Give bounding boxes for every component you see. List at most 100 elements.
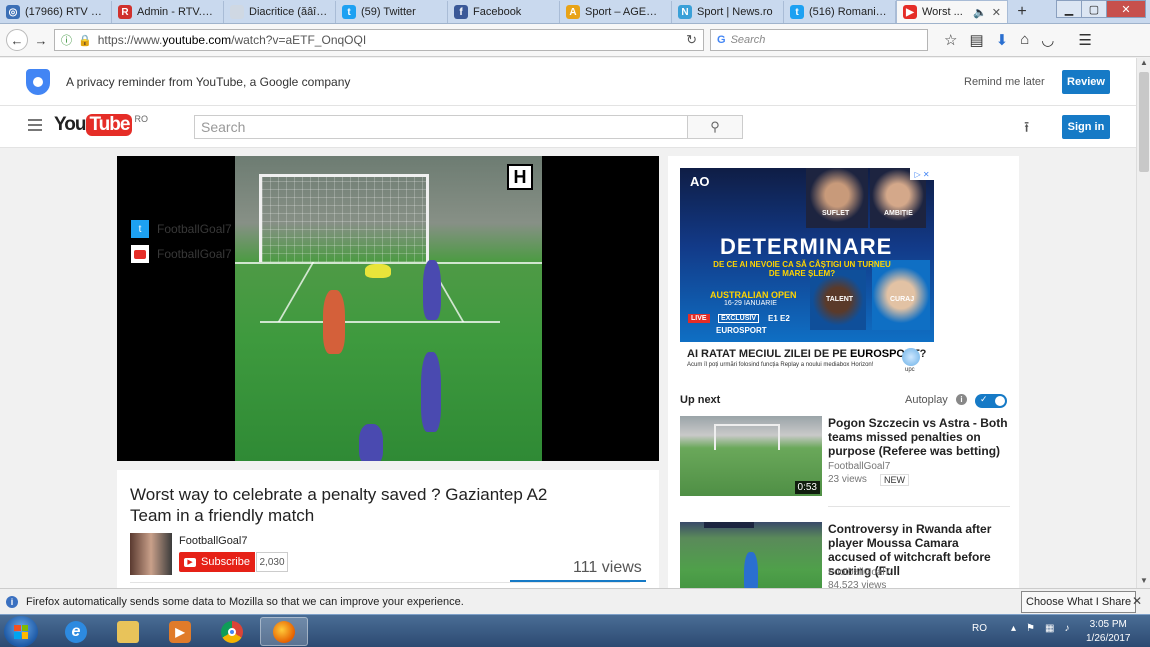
subscribe-button[interactable]: ▶ Subscribe [179, 552, 255, 572]
padlock-icon[interactable]: 🔒 [78, 34, 92, 47]
firefox-notification-bar: i Firefox automatically sends some data … [0, 588, 1150, 614]
hamburger-menu-icon[interactable] [28, 119, 42, 131]
tab-label: (516) Romania ... [809, 6, 889, 18]
tray-arrow-icon[interactable]: ▴ [1011, 623, 1016, 634]
browser-tab[interactable]: R Admin - RTV.n... [112, 1, 224, 23]
youtube-page: A privacy reminder from YouTube, a Googl… [0, 58, 1136, 588]
flag-icon[interactable]: ⚑ [1026, 623, 1035, 634]
browser-tab[interactable]: Diacritice (ăâîşţ) - t... [224, 1, 336, 23]
scroll-thumb[interactable] [1139, 72, 1149, 172]
upc-logo-icon [902, 348, 920, 366]
browser-tab[interactable]: f Facebook [448, 1, 560, 23]
start-button[interactable] [4, 616, 38, 647]
video-link-title[interactable]: Pogon Szczecin vs Astra - Both teams mis… [828, 416, 1008, 458]
youtube-icon: ▶ [903, 5, 917, 19]
search-icon[interactable]: ⚲ [687, 115, 743, 139]
new-tab-button[interactable]: + [1008, 1, 1036, 23]
browser-tab[interactable]: t (516) Romania ... [784, 1, 896, 23]
volume-icon[interactable]: ♪ [1064, 623, 1069, 634]
ad-headline: DETERMINARE [720, 234, 893, 259]
reading-list-icon[interactable]: ▤ [969, 31, 983, 49]
ad-caption-prefix: AI RATAT MECIUL ZILEI DE PE [687, 348, 850, 360]
clock[interactable]: 3:05 PM 1/26/2017 [1086, 618, 1131, 646]
scroll-down-icon[interactable]: ▼ [1137, 576, 1150, 588]
forward-arrow-icon[interactable]: → [34, 29, 48, 51]
goal-net [259, 174, 429, 262]
youtube-masthead: You Tube RO Search ⚲ ⭱ Sign in [0, 106, 1136, 148]
ad-caption-suffix: ? [919, 348, 927, 360]
ad-tag: SUFLET [822, 210, 850, 217]
browser-search-placeholder: Search [730, 34, 766, 46]
reload-icon[interactable]: ↻ [686, 32, 697, 48]
maximize-icon[interactable]: ▢ [1081, 0, 1107, 18]
tab-label: (59) Twitter [361, 6, 416, 18]
video-thumbnail[interactable]: 0:53 [680, 416, 822, 496]
url-text[interactable]: https://www.youtube.com/watch?v=aETF_Onq… [98, 33, 680, 47]
close-icon[interactable]: ✕ [1132, 594, 1142, 608]
browser-navbar: ← → ⓘ 🔒 https://www.youtube.com/watch?v=… [0, 24, 1150, 57]
info-icon[interactable]: i [956, 394, 967, 405]
star-bookmark-icon[interactable]: ☆ [944, 31, 957, 49]
view-count: 111 views [573, 559, 642, 576]
social-youtube: FootballGoal7 [131, 245, 232, 263]
video-info-card: Worst way to celebrate a penalty saved ?… [117, 470, 659, 588]
close-tab-icon[interactable]: ✕ [992, 6, 1001, 19]
home-icon[interactable]: ⌂ [1020, 31, 1029, 49]
video-player[interactable]: H t FootballGoal7 FootballGoal7 [117, 156, 659, 461]
menu-icon[interactable]: ☰ [1078, 31, 1091, 49]
video-views: 23 views [828, 474, 867, 485]
browser-tab[interactable]: ◎ (17966) RTV W... [0, 1, 112, 23]
download-icon[interactable]: ⬇ [996, 31, 1009, 49]
autoplay-toggle[interactable]: ✓ [975, 394, 1007, 408]
choose-what-i-share-button[interactable]: Choose What I Share [1021, 591, 1137, 613]
network-icon[interactable]: ▦ [1045, 623, 1054, 634]
google-g-icon: G [717, 34, 726, 46]
browser-tab[interactable]: N Sport | News.ro [672, 1, 784, 23]
address-bar[interactable]: ⓘ 🔒 https://www.youtube.com/watch?v=aETF… [54, 29, 704, 51]
back-arrow-icon[interactable]: ← [6, 29, 28, 51]
ad-choices-icon[interactable]: ▷ ✕ [910, 168, 934, 180]
channel-name-link[interactable]: FootballGoal7 [179, 535, 248, 547]
sign-in-button[interactable]: Sign in [1062, 115, 1110, 139]
info-icon[interactable]: ⓘ [61, 32, 72, 48]
list-item[interactable]: Controversy in Rwanda after player Mouss… [680, 522, 1010, 588]
system-tray: RO ▴ ⚑ ▦ ♪ [972, 623, 1069, 634]
channel-watermark: H [507, 164, 533, 190]
list-item[interactable]: 0:53 Pogon Szczecin vs Astra - Both team… [680, 416, 1010, 498]
taskbar-chrome[interactable] [208, 617, 256, 646]
ao-logo: AO [690, 174, 710, 189]
tab-label: Sport – AGERP... [585, 6, 665, 18]
browser-tab[interactable]: ▶ Worst ... 🔈 ✕ [896, 0, 1008, 23]
youtube-logo[interactable]: You Tube RO [54, 114, 148, 136]
scroll-up-icon[interactable]: ▲ [1137, 58, 1150, 70]
ad-tag: CURAJ [890, 296, 915, 303]
twitter-icon: t [131, 220, 149, 238]
tab-label: Worst ... [922, 6, 963, 18]
clock-date: 1/26/2017 [1086, 633, 1131, 644]
ad-banner[interactable]: AO SUFLET AMBIȚIE TALENT CURAJ DETERMINA… [680, 168, 934, 342]
page-scrollbar[interactable]: ▲ ▼ [1136, 58, 1150, 588]
remind-me-later-link[interactable]: Remind me later [964, 76, 1045, 88]
speaker-icon[interactable]: 🔈 [973, 6, 987, 19]
url-prefix: https://www. [97, 33, 163, 47]
youtube-search-input[interactable]: Search [194, 115, 688, 139]
player-figure [421, 352, 441, 432]
video-thumbnail[interactable] [680, 522, 822, 588]
language-indicator[interactable]: RO [972, 623, 987, 634]
taskbar-file-explorer[interactable] [104, 617, 152, 646]
channel-avatar[interactable] [130, 533, 172, 575]
taskbar-internet-explorer[interactable]: e [52, 617, 100, 646]
close-window-icon[interactable]: ✕ [1106, 0, 1146, 18]
minimize-icon[interactable]: ▁ [1056, 0, 1082, 18]
taskbar-firefox[interactable] [260, 617, 308, 646]
browser-search-field[interactable]: G Search [710, 29, 928, 51]
windows-taskbar: e ▶ RO ▴ ⚑ ▦ ♪ 3:05 PM 1/26/2017 [0, 614, 1150, 647]
review-button[interactable]: Review [1062, 70, 1110, 94]
upload-icon[interactable]: ⭱ [1024, 117, 1029, 142]
privacy-reminder-banner: A privacy reminder from YouTube, a Googl… [0, 58, 1136, 106]
browser-tab[interactable]: A Sport – AGERP... [560, 1, 672, 23]
pocket-icon[interactable]: ◡ [1041, 31, 1054, 49]
browser-tab[interactable]: t (59) Twitter [336, 1, 448, 23]
taskbar-media-player[interactable]: ▶ [156, 617, 204, 646]
video-channel: FootballGoal7 [828, 461, 891, 472]
